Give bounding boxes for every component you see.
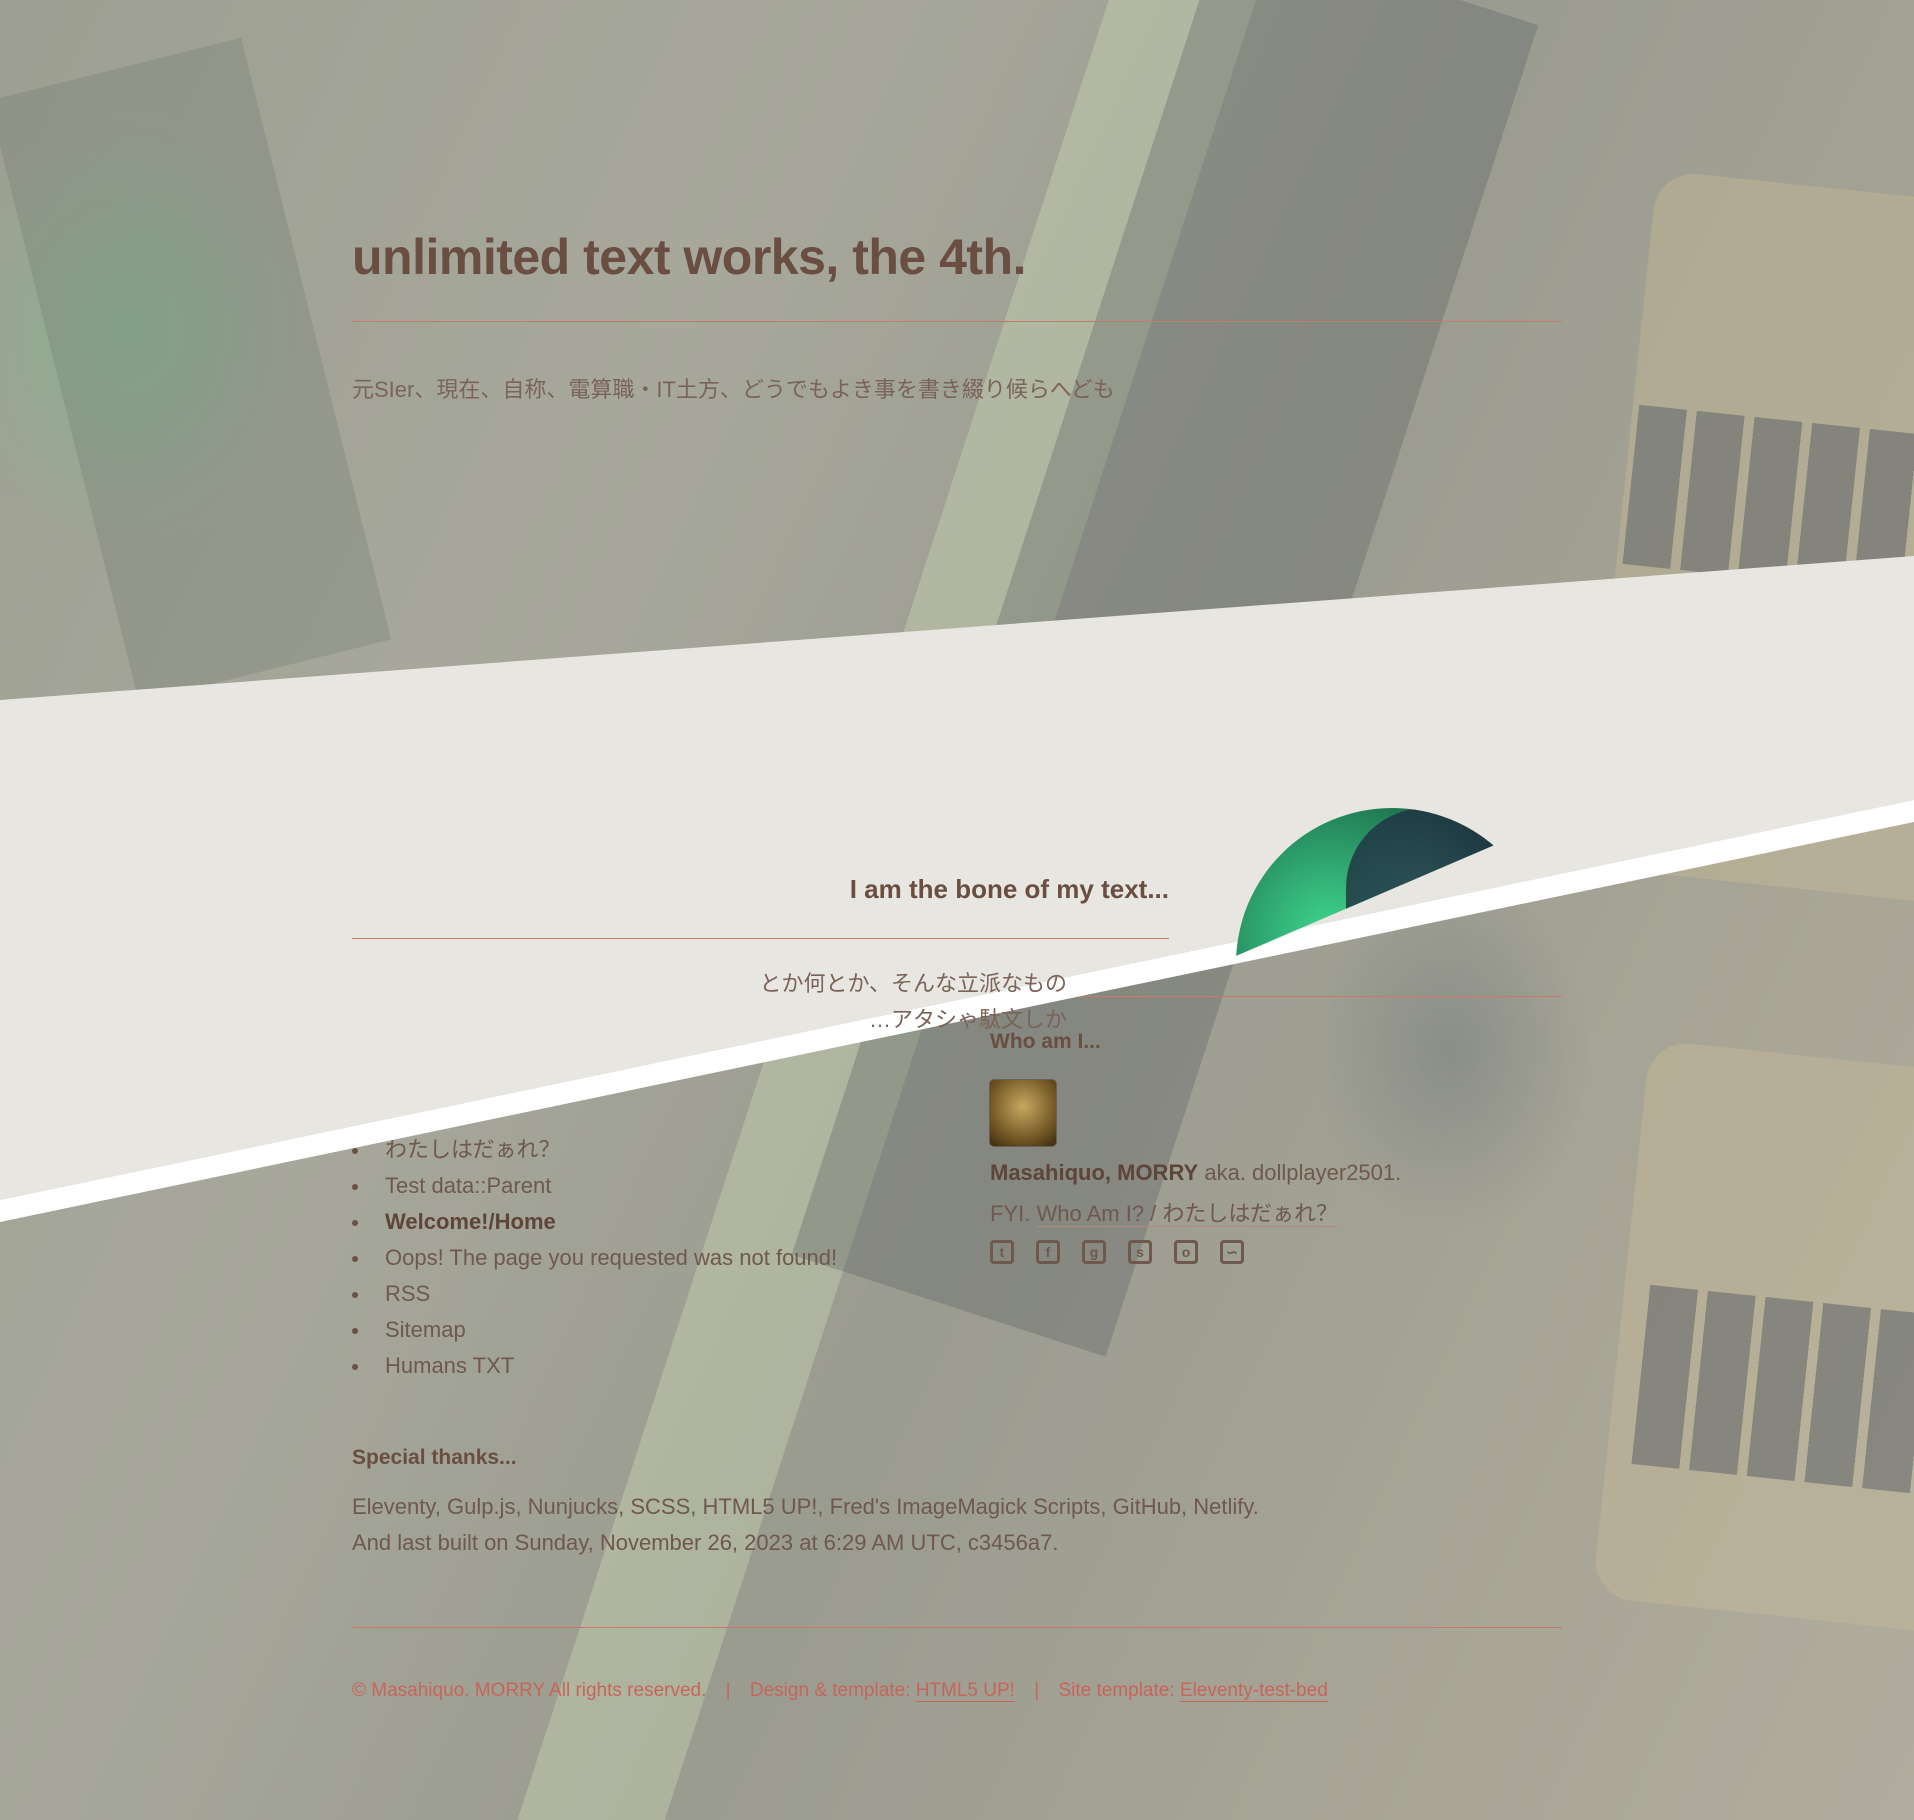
about-divider	[352, 938, 1169, 939]
about-line: とか何とか、そんな立派なもの	[759, 971, 1067, 996]
slideshare-icon[interactable]: s	[1128, 1240, 1152, 1264]
author-name: Masahiquo, MORRY	[990, 1160, 1199, 1185]
site-title[interactable]: unlimited text works, the 4th.	[352, 228, 1027, 286]
list-item[interactable]: Welcome!/Home	[352, 1204, 837, 1240]
twitter-icon[interactable]: t	[990, 1240, 1014, 1264]
fyi-line: FYI. Who Am I? / わたしはだぁれ？	[990, 1196, 1338, 1228]
social-links: t f g s o ∽	[990, 1240, 1244, 1264]
html5up-link[interactable]: HTML5 UP!	[915, 1680, 1015, 1702]
about-line: …アタシゃ駄文しか	[868, 1007, 1067, 1032]
header-divider	[352, 321, 1562, 322]
design-label: Design & template:	[749, 1680, 911, 1701]
who-am-i-link[interactable]: Who Am I? / わたしはだぁれ？	[1036, 1201, 1338, 1227]
who-name-line: Masahiquo, MORRY aka. dollplayer2501.	[990, 1160, 1401, 1186]
list-item[interactable]: Sitemap	[352, 1312, 837, 1348]
avatar	[990, 1080, 1056, 1146]
about-heading: I am the bone of my text...	[849, 874, 1169, 904]
footer: © Masahiquo. MORRY All rights reserved. …	[352, 1680, 1328, 1702]
footer-separator: |	[1034, 1680, 1040, 1701]
list-item[interactable]: わたしはだぁれ？	[352, 1132, 837, 1168]
instagram-icon[interactable]: o	[1174, 1240, 1198, 1264]
github-icon[interactable]: g	[1082, 1240, 1106, 1264]
fyi-prefix: FYI.	[990, 1201, 1031, 1226]
footer-separator: |	[725, 1680, 731, 1701]
steam-icon[interactable]: ∽	[1220, 1240, 1244, 1264]
site-template-label: Site template:	[1058, 1680, 1175, 1701]
list-item[interactable]: Humans TXT	[352, 1348, 837, 1384]
author-aka: aka. dollplayer2501.	[1204, 1160, 1402, 1185]
build-info: And last built on Sunday, November 26, 2…	[352, 1530, 1059, 1555]
eleventy-test-bed-link[interactable]: Eleventy-test-bed	[1179, 1680, 1328, 1702]
facebook-icon[interactable]: f	[1036, 1240, 1060, 1264]
footer-divider	[352, 1627, 1562, 1628]
list-item[interactable]: RSS	[352, 1276, 837, 1312]
list-item[interactable]: Oops! The page you requested was not fou…	[352, 1240, 837, 1276]
special-thanks-title: Special thanks...	[352, 1446, 517, 1469]
site-tagline: 元SIer、現在、自称、電算職・IT土方、どうでもよき事を書き綴り候らへども	[352, 377, 1115, 402]
copyright: © Masahiquo. MORRY All rights reserved.	[352, 1680, 707, 1701]
list-item[interactable]: Test data::Parent	[352, 1168, 837, 1204]
credits-text: Eleventy, Gulp.js, Nunjucks, SCSS, HTML5…	[352, 1494, 1259, 1519]
